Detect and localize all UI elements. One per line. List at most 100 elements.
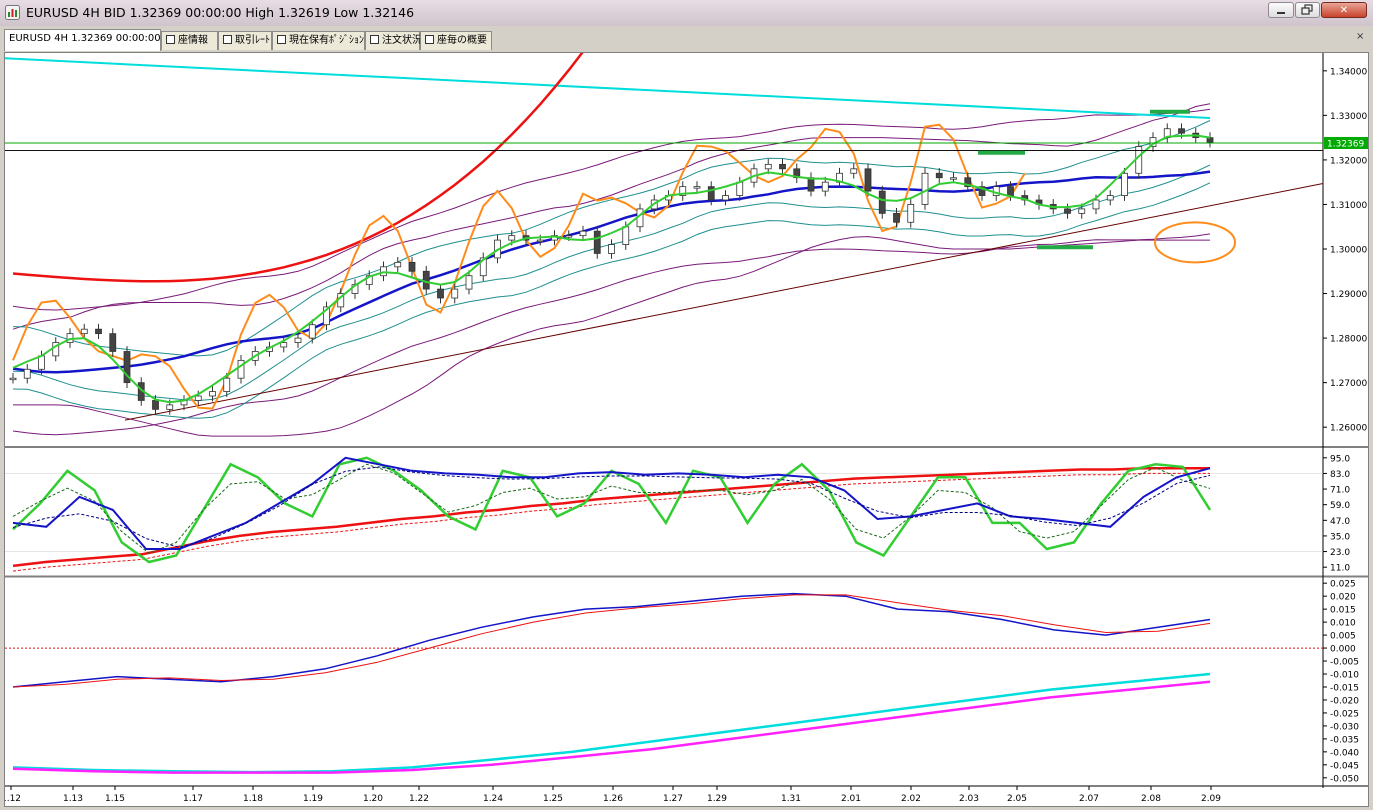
y-tick-label: 59.0: [1330, 501, 1350, 511]
y-tick-label: -0.040: [1330, 748, 1359, 758]
candle-body: [779, 163, 786, 170]
tab-2[interactable]: 取引ﾚｰﾄ: [218, 31, 272, 50]
candle-body: [579, 230, 587, 237]
candle-body: [109, 333, 117, 352]
window-title: EURUSD 4H BID 1.32369 00:00:00 High 1.32…: [26, 5, 415, 20]
candle-body: [821, 181, 829, 192]
tab-checkbox-icon: [425, 35, 434, 44]
y-tick-label: 0.025: [1330, 580, 1356, 590]
y-tick-label: 0.020: [1330, 593, 1356, 603]
candle-body: [223, 377, 231, 392]
candle-body: [907, 204, 915, 223]
y-tick-label: -0.050: [1330, 774, 1359, 784]
candle-body: [722, 195, 729, 201]
y-tick-label: 0.015: [1330, 606, 1356, 616]
x-tick-label: 2.03: [959, 794, 979, 804]
title-bar: EURUSD 4H BID 1.32369 00:00:00 High 1.32…: [0, 0, 1373, 26]
y-tick-label: -0.005: [1330, 658, 1359, 668]
chart-area[interactable]: 1.34000 1.33000 1.32000 1.31000 1.30000 1.290…: [1, 0, 1369, 807]
x-tick-label: 2.02: [901, 794, 921, 804]
close-button[interactable]: ✕: [1321, 2, 1367, 18]
candle-body: [408, 261, 416, 272]
candle-body: [608, 244, 615, 254]
candle-body: [80, 328, 88, 335]
y-tick-label: 1.27000: [1330, 379, 1367, 389]
tab-checkbox-icon: [277, 35, 286, 44]
candle-body: [878, 190, 886, 214]
candle-body: [864, 168, 872, 192]
candle-body: [152, 400, 159, 410]
x-tick-label: 1.12: [5, 794, 21, 804]
candle-body: [394, 261, 402, 268]
tab-5[interactable]: 座毎の概要: [420, 31, 492, 50]
candle-body: [565, 235, 573, 238]
candle-body: [807, 177, 815, 192]
tab-label: 現在保有ﾎﾟｼﾞｼｮﾝ: [289, 35, 364, 46]
close-tab-icon[interactable]: ×: [1356, 31, 1364, 42]
candle-body: [935, 172, 943, 179]
lime-moving-average: [12, 134, 1211, 404]
candle-body: [38, 355, 45, 370]
minimize-icon: [1277, 12, 1285, 14]
candle-body: [422, 270, 430, 290]
cyan-macd-line: [12, 672, 1211, 774]
tab-label: EURUSD 4H 1.32369 00:00:00: [9, 33, 161, 44]
y-tick-label: 1.29000: [1330, 290, 1367, 300]
app-icon: [5, 5, 20, 20]
x-tick-label: 1.19: [303, 794, 323, 804]
y-tick-label: -0.035: [1330, 735, 1359, 745]
tab-label: 座情報: [178, 35, 208, 46]
x-tick-label: 1.27: [663, 794, 683, 804]
tab-4[interactable]: 注文状況: [365, 31, 422, 50]
tab-checkbox-icon: [370, 35, 379, 44]
tab-label: 座毎の概要: [437, 35, 487, 46]
chart-canvas[interactable]: 1.340001.330001.320001.310001.300001.290…: [1, 0, 1368, 806]
tab-label: 注文状況: [382, 35, 422, 46]
y-tick-label: -0.020: [1330, 696, 1359, 706]
y-tick-label: 1.30000: [1330, 246, 1367, 256]
x-tick-label: 1.29: [707, 794, 727, 804]
candle-body: [465, 275, 473, 290]
candle-body: [209, 391, 216, 397]
y-tick-label: -0.015: [1330, 683, 1359, 693]
candle-body: [593, 230, 601, 254]
tab-0[interactable]: EURUSD 4H 1.32369 00:00:00: [4, 29, 161, 51]
orange-line: [12, 123, 1026, 410]
x-tick-label: 1.20: [363, 794, 383, 804]
magenta-macd-line: [12, 680, 1211, 774]
y-tick-label: 0.000: [1330, 645, 1356, 655]
candle-body: [508, 235, 516, 241]
y-tick-label: 47.0: [1330, 517, 1350, 527]
candle-body: [893, 212, 900, 223]
candle-body: [622, 226, 630, 245]
y-tick-label: -0.030: [1330, 722, 1359, 732]
candle-body: [166, 404, 174, 410]
envelope-lower: [13, 236, 1210, 437]
tab-1[interactable]: 座情報: [161, 31, 218, 50]
x-tick-label: 2.09: [1201, 794, 1221, 804]
y-tick-label: 1.26000: [1330, 424, 1367, 434]
candle-body: [950, 177, 957, 180]
tab-checkbox-icon: [166, 35, 175, 44]
cyan-trendline: [4, 57, 1211, 119]
y-tick-label: -0.045: [1330, 761, 1359, 771]
envelope-upper: [12, 103, 1211, 330]
candle-body: [764, 163, 772, 170]
candle-body: [23, 368, 31, 379]
envelope-outer-lower: [12, 233, 1211, 436]
y-tick-label: 83.0: [1330, 470, 1350, 480]
x-tick-label: 1.17: [183, 794, 203, 804]
candle-body: [736, 181, 744, 196]
maximize-button[interactable]: [1295, 2, 1320, 18]
y-tick-label: 1.32000: [1330, 156, 1367, 166]
y-tick-label: 23.0: [1330, 548, 1350, 558]
tab-3[interactable]: 現在保有ﾎﾟｼﾞｼｮﾝ: [272, 31, 365, 50]
restore-icon: [1301, 4, 1313, 15]
minimize-button[interactable]: [1268, 2, 1294, 18]
candle-body: [294, 337, 302, 343]
candle-body: [280, 342, 288, 348]
x-tick-label: 1.18: [243, 794, 263, 804]
candle-body: [1078, 208, 1086, 214]
macd-signal: [12, 594, 1211, 688]
y-tick-label: -0.010: [1330, 671, 1359, 681]
